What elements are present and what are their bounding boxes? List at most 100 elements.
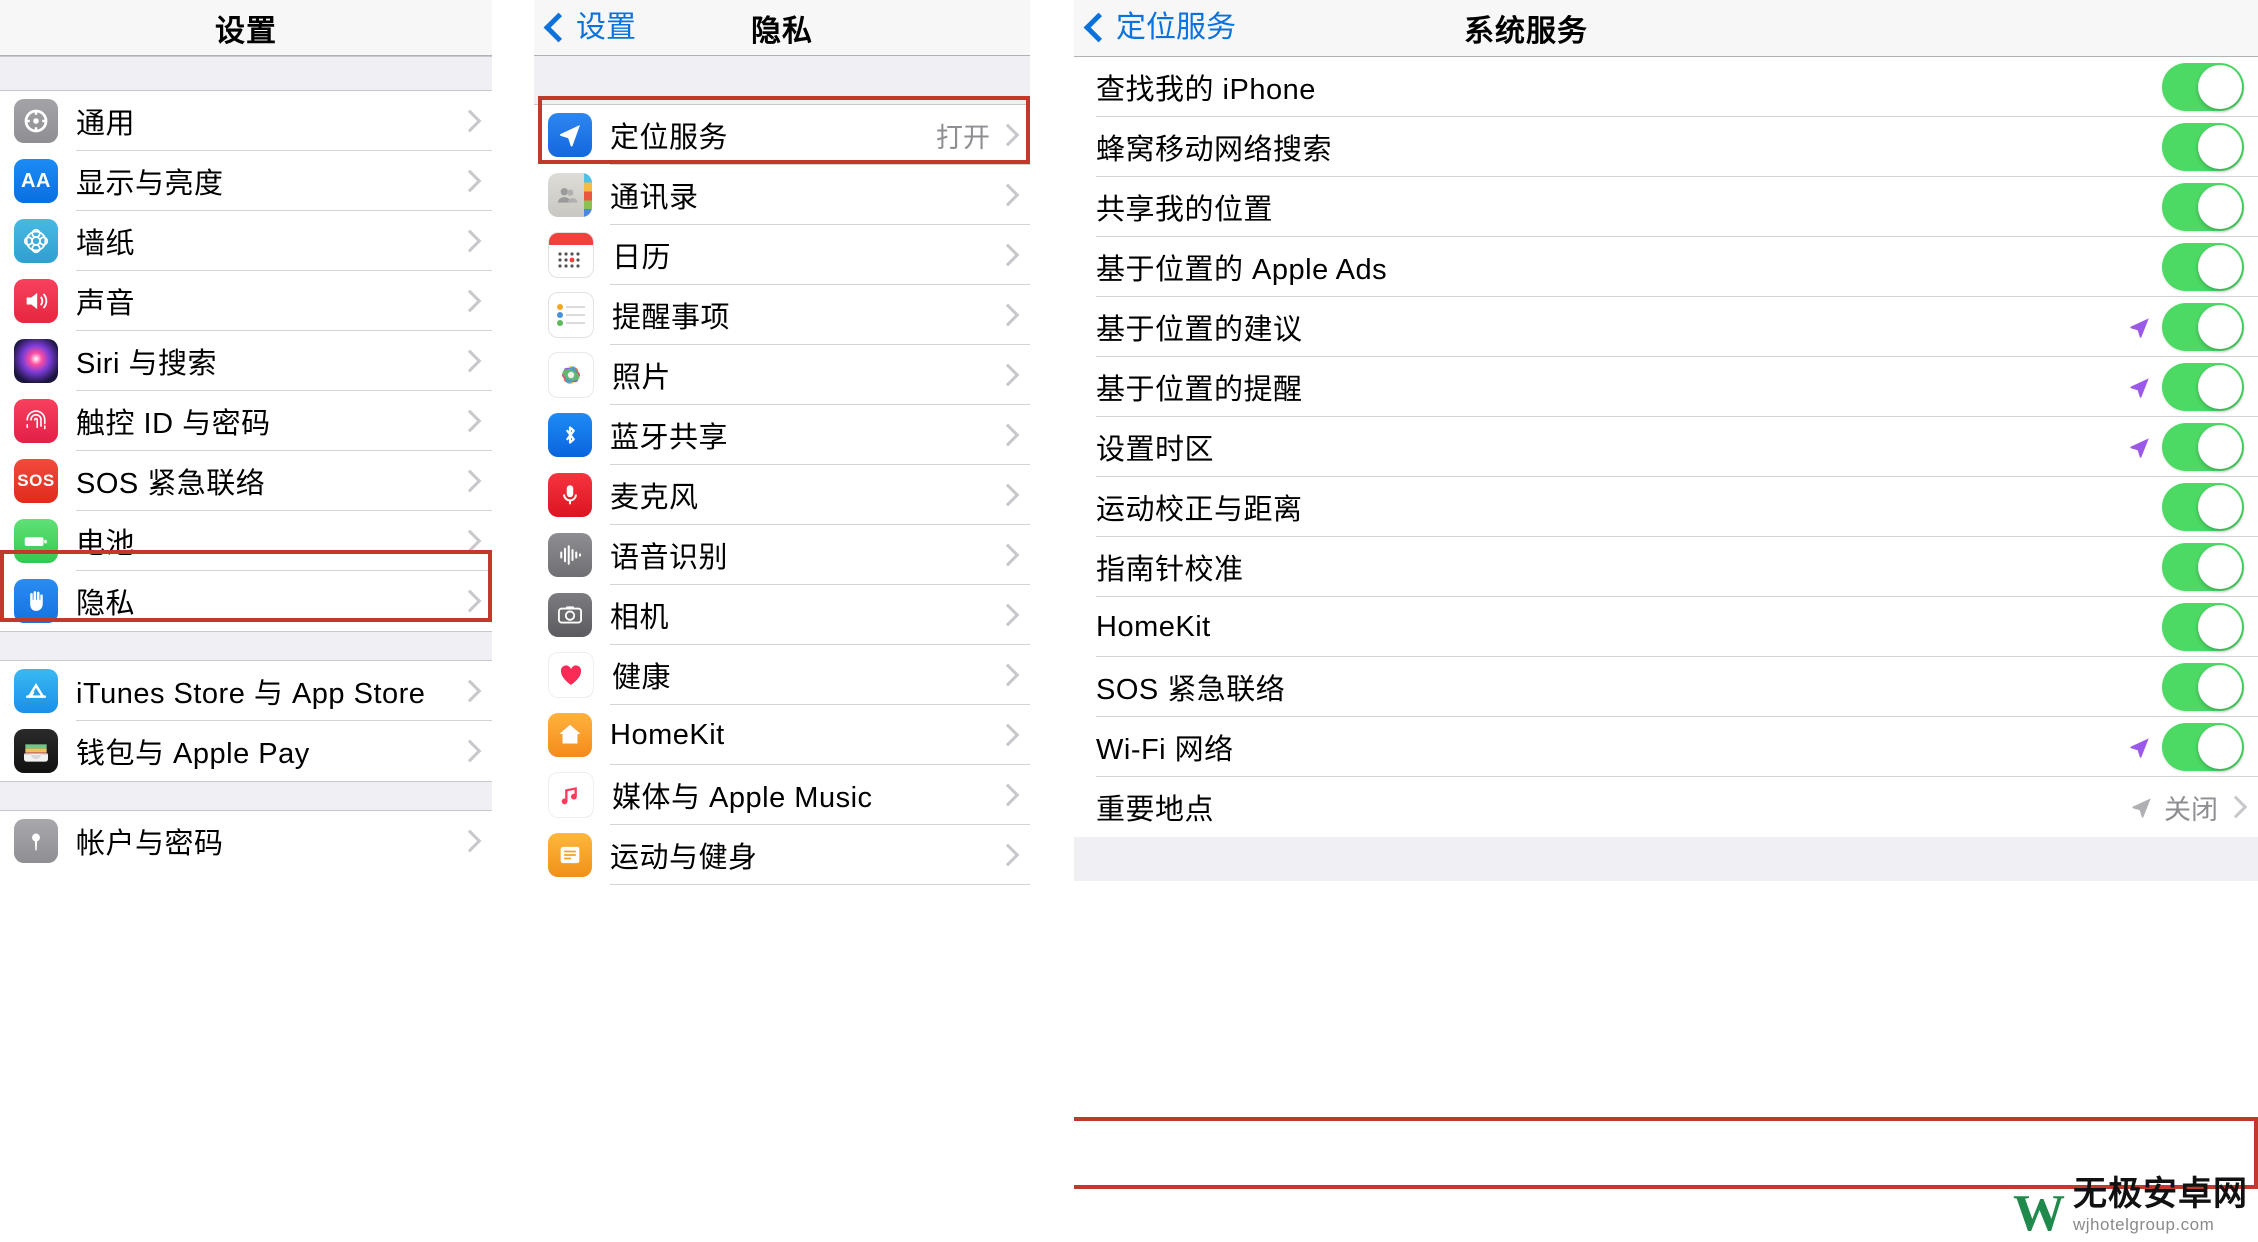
sidebar-item-general[interactable]: 通用 bbox=[0, 91, 492, 151]
row-accessory bbox=[458, 169, 492, 193]
system-service-label: Wi-Fi 网络 bbox=[1096, 734, 1234, 766]
sidebar-item-emergency-sos[interactable]: SOS SOS 紧急联络 bbox=[0, 451, 492, 511]
privacy-item-health[interactable]: 健康 bbox=[534, 645, 1030, 705]
privacy-item-speech-recognition[interactable]: 语音识别 bbox=[534, 525, 1030, 585]
sidebar-item-battery[interactable]: 电池 bbox=[0, 511, 492, 571]
privacy-item-label: 相机 bbox=[610, 602, 670, 634]
privacy-panel: 设置 隐私 定位服务 打开 通讯录 日历 提醒事项 照片 蓝牙共享 麦克风 语音… bbox=[534, 0, 1030, 1241]
privacy-item-photos[interactable]: 照片 bbox=[534, 345, 1030, 405]
sidebar-item-display-brightness[interactable]: AA 显示与亮度 bbox=[0, 151, 492, 211]
chevron-right-icon bbox=[996, 123, 1020, 147]
row-accessory bbox=[2162, 183, 2258, 231]
privacy-item-label: 提醒事项 bbox=[612, 302, 731, 334]
row-accessory bbox=[2126, 363, 2258, 411]
location-services-status: 打开 bbox=[936, 122, 990, 153]
toggle-setting-time-zone[interactable] bbox=[2162, 423, 2244, 471]
row-accessory bbox=[458, 349, 492, 373]
toggle-emergency-sos[interactable] bbox=[2162, 663, 2244, 711]
system-service-row-location-based-suggestions[interactable]: 基于位置的建议 bbox=[1074, 297, 2258, 357]
system-service-row-setting-time-zone[interactable]: 设置时区 bbox=[1074, 417, 2258, 477]
toggle-cellular-network-search[interactable] bbox=[2162, 123, 2244, 171]
sidebar-item-privacy[interactable]: 隐私 bbox=[0, 571, 492, 631]
sidebar-item-siri-search[interactable]: Siri 与搜索 bbox=[0, 331, 492, 391]
sidebar-item-sounds[interactable]: 声音 bbox=[0, 271, 492, 331]
sound-icon bbox=[14, 279, 58, 323]
system-service-row-find-my-iphone[interactable]: 查找我的 iPhone bbox=[1074, 57, 2258, 117]
privacy-item-location-services[interactable]: 定位服务 打开 bbox=[534, 105, 1030, 165]
chevron-left-icon bbox=[1083, 12, 1114, 43]
sidebar-item-wallpaper[interactable]: 墙纸 bbox=[0, 211, 492, 271]
system-service-label: HomeKit bbox=[1096, 610, 1211, 643]
system-services-panel: 定位服务 系统服务 查找我的 iPhone 蜂窝移动网络搜索 共享我的位置 基于… bbox=[1074, 0, 2258, 1241]
privacy-item-camera[interactable]: 相机 bbox=[534, 585, 1030, 645]
sidebar-item-accounts-passwords[interactable]: 帐户与密码 bbox=[0, 811, 492, 871]
sidebar-item-touch-id-passcode[interactable]: 触控 ID 与密码 bbox=[0, 391, 492, 451]
chevron-right-icon bbox=[458, 739, 482, 763]
settings-navbar: 设置 bbox=[0, 0, 492, 56]
row-accessory bbox=[458, 679, 492, 703]
sidebar-item-wallet-apple-pay[interactable]: 钱包与 Apple Pay bbox=[0, 721, 492, 781]
watermark-text: 无极安卓网 wjhotelgroup.com bbox=[2073, 1166, 2248, 1235]
toggle-homekit[interactable] bbox=[2162, 603, 2244, 651]
sos-icon: SOS bbox=[14, 459, 58, 503]
system-service-row-cellular-network-search[interactable]: 蜂窝移动网络搜索 bbox=[1074, 117, 2258, 177]
privacy-item-label: 蓝牙共享 bbox=[610, 422, 729, 454]
location-arrow-icon bbox=[2126, 314, 2152, 340]
system-service-row-location-based-apple-ads[interactable]: 基于位置的 Apple Ads bbox=[1074, 237, 2258, 297]
settings-section-gap-top bbox=[0, 56, 492, 91]
chevron-right-icon bbox=[996, 243, 1020, 267]
row-accessory bbox=[996, 723, 1030, 747]
row-accessory bbox=[996, 843, 1030, 867]
chevron-right-icon bbox=[458, 529, 482, 553]
toggle-knob bbox=[2198, 185, 2242, 229]
sidebar-item-itunes-app-store[interactable]: iTunes Store 与 App Store bbox=[0, 661, 492, 721]
toggle-location-based-apple-ads[interactable] bbox=[2162, 243, 2244, 291]
system-service-row-homekit[interactable]: HomeKit bbox=[1074, 597, 2258, 657]
toggle-wifi-networking[interactable] bbox=[2162, 723, 2244, 771]
toggle-location-based-alerts[interactable] bbox=[2162, 363, 2244, 411]
privacy-item-contacts[interactable]: 通讯录 bbox=[534, 165, 1030, 225]
system-service-label: SOS 紧急联络 bbox=[1096, 674, 1286, 706]
privacy-item-media-apple-music[interactable]: 媒体与 Apple Music bbox=[534, 765, 1030, 825]
health-icon bbox=[548, 652, 594, 698]
system-service-row-location-based-alerts[interactable]: 基于位置的提醒 bbox=[1074, 357, 2258, 417]
back-button-settings[interactable]: 设置 bbox=[534, 12, 636, 43]
toggle-find-my-iphone[interactable] bbox=[2162, 63, 2244, 111]
privacy-item-homekit[interactable]: HomeKit bbox=[534, 705, 1030, 765]
back-button-location-services[interactable]: 定位服务 bbox=[1074, 13, 1236, 43]
toggle-share-my-location[interactable] bbox=[2162, 183, 2244, 231]
sidebar-item-label: SOS 紧急联络 bbox=[76, 468, 266, 500]
privacy-item-calendar[interactable]: 日历 bbox=[534, 225, 1030, 285]
toggle-knob bbox=[2198, 605, 2242, 649]
toggle-compass-calibration[interactable] bbox=[2162, 543, 2244, 591]
toggle-motion-calibration-distance[interactable] bbox=[2162, 483, 2244, 531]
privacy-item-reminders[interactable]: 提醒事项 bbox=[534, 285, 1030, 345]
system-service-row-emergency-sos[interactable]: SOS 紧急联络 bbox=[1074, 657, 2258, 717]
system-service-row-wifi-networking[interactable]: Wi-Fi 网络 bbox=[1074, 717, 2258, 777]
system-service-row-compass-calibration[interactable]: 指南针校准 bbox=[1074, 537, 2258, 597]
toggle-knob bbox=[2198, 425, 2242, 469]
chevron-right-icon bbox=[458, 829, 482, 853]
privacy-item-label: 日历 bbox=[612, 242, 672, 274]
chevron-right-icon bbox=[458, 109, 482, 133]
system-service-row-significant-locations[interactable]: 重要地点 关闭 bbox=[1074, 777, 2258, 837]
toggle-knob bbox=[2198, 65, 2242, 109]
toggle-location-based-suggestions[interactable] bbox=[2162, 303, 2244, 351]
watermark-subtitle: wjhotelgroup.com bbox=[2073, 1215, 2215, 1234]
chevron-left-icon bbox=[543, 12, 574, 42]
system-service-row-motion-calibration-distance[interactable]: 运动校正与距离 bbox=[1074, 477, 2258, 537]
privacy-item-motion-fitness[interactable]: 运动与健身 bbox=[534, 825, 1030, 885]
row-accessory bbox=[2126, 723, 2258, 771]
system-services-footer-gap bbox=[1074, 837, 2258, 881]
significant-locations-status: 关闭 bbox=[2164, 794, 2218, 825]
system-service-label: 基于位置的建议 bbox=[1096, 314, 1303, 346]
system-service-row-share-my-location[interactable]: 共享我的位置 bbox=[1074, 177, 2258, 237]
sidebar-item-label: 隐私 bbox=[76, 588, 136, 620]
chevron-right-icon bbox=[996, 303, 1020, 327]
system-service-label: 共享我的位置 bbox=[1096, 194, 1274, 226]
privacy-item-bluetooth-sharing[interactable]: 蓝牙共享 bbox=[534, 405, 1030, 465]
row-accessory: 关闭 bbox=[2128, 788, 2258, 827]
privacy-item-microphone[interactable]: 麦克风 bbox=[534, 465, 1030, 525]
location-arrow-icon bbox=[2128, 794, 2154, 820]
chevron-right-icon bbox=[458, 289, 482, 313]
